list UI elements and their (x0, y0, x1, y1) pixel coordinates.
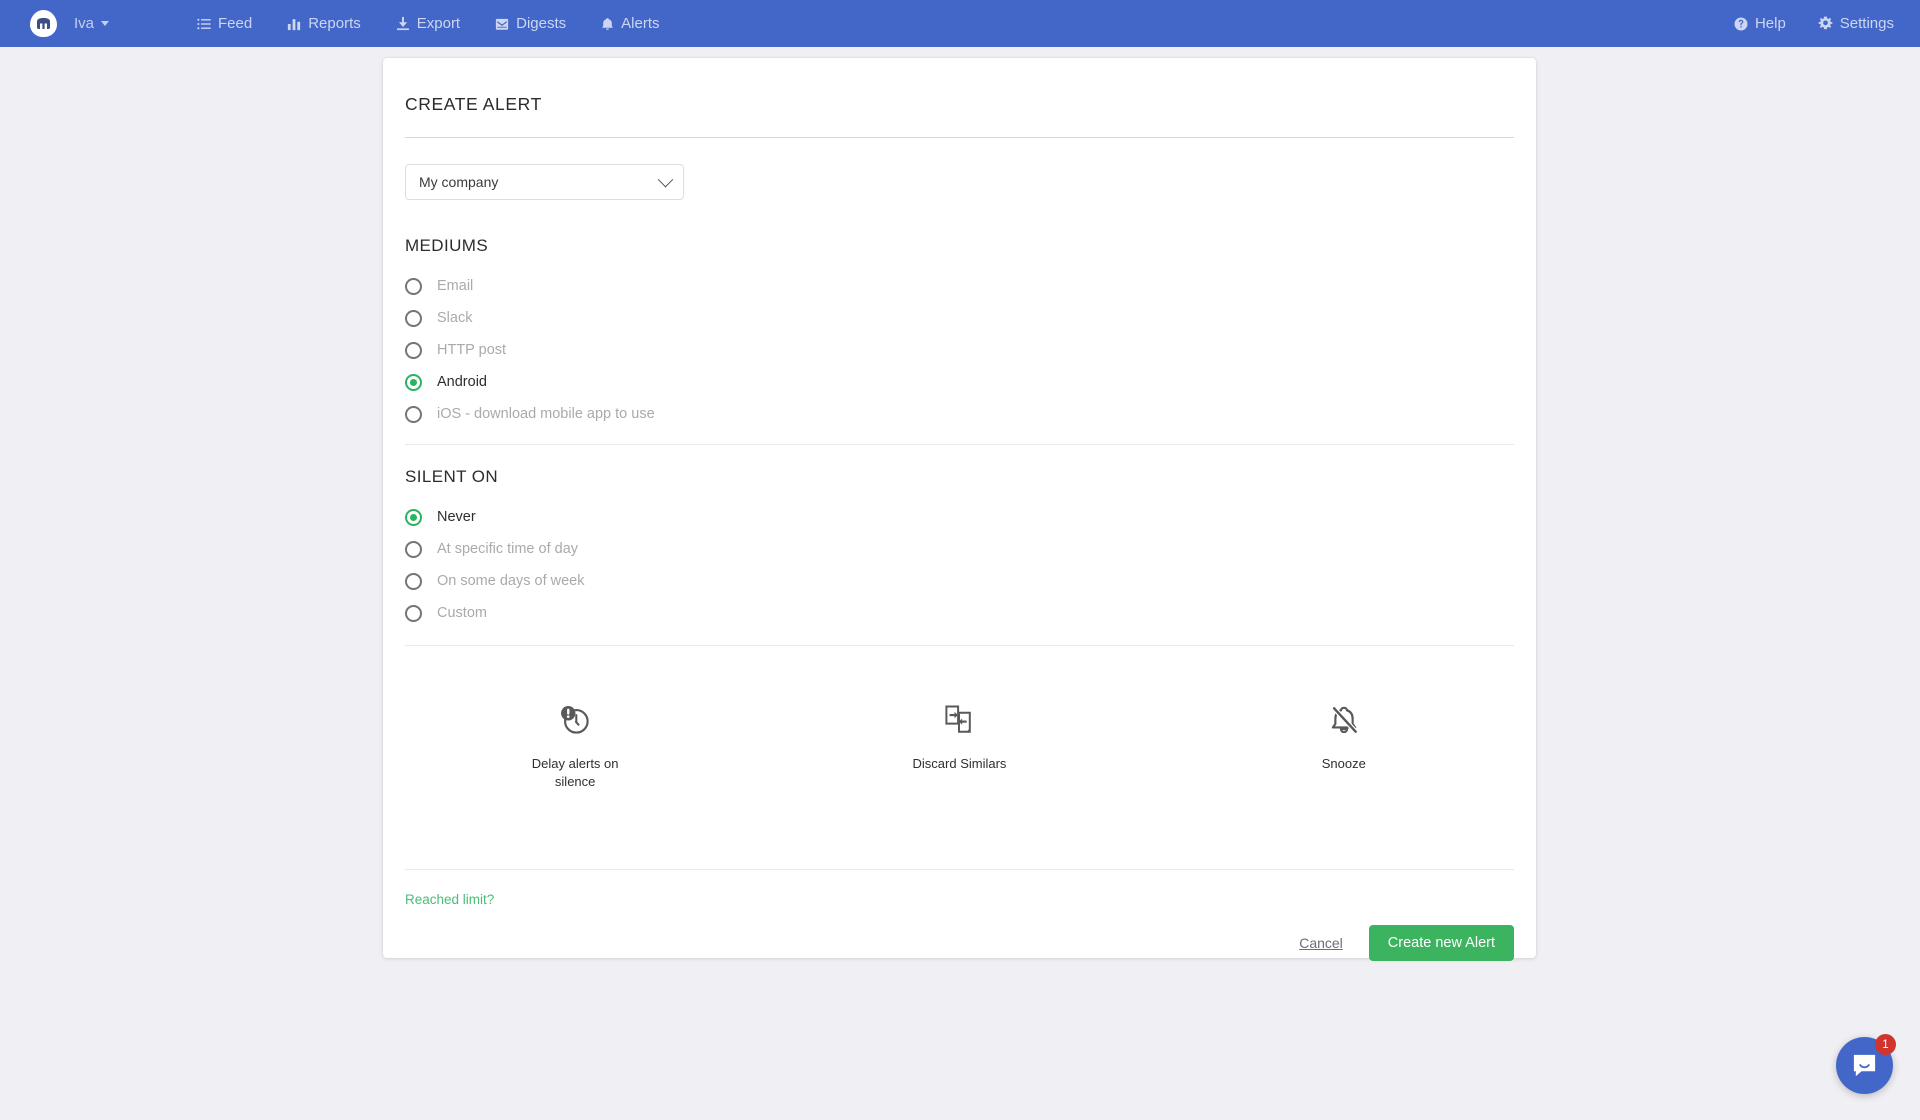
radio-label: On some days of week (437, 573, 585, 589)
nav-item-settings[interactable]: Settings (1818, 15, 1894, 32)
nav-item-label: Alerts (621, 15, 660, 32)
create-alert-card: CREATE ALERT My company MEDIUMS Email Sl… (383, 58, 1536, 961)
navbar-right: Help Settings (1734, 15, 1920, 32)
radio-option-android[interactable]: Android (405, 366, 1536, 398)
chevron-down-icon (101, 21, 110, 26)
feature-label: Delay alerts on silence (531, 756, 619, 789)
mediums-title: MEDIUMS (405, 236, 489, 255)
radio-indicator (405, 309, 422, 327)
chevron-down-icon (657, 171, 674, 187)
radio-option-specific-time[interactable]: At specific time of day (405, 533, 1536, 565)
radio-option-days-of-week[interactable]: On some days of week (405, 565, 1536, 597)
radio-label: Custom (437, 605, 487, 621)
radio-label: Slack (437, 310, 473, 326)
reached-limit-link[interactable]: Reached limit? (383, 870, 1536, 907)
radio-option-ios[interactable]: iOS - download mobile app to use (405, 398, 1536, 430)
feature-delay-alerts[interactable]: Delay alerts on silence (383, 699, 767, 791)
company-select-value: My company (419, 174, 499, 190)
nav-item-label: Digests (516, 15, 567, 32)
feature-snooze[interactable]: Snooze (1152, 699, 1536, 791)
radio-label: At specific time of day (437, 541, 579, 557)
bell-off-icon (1331, 705, 1358, 735)
radio-label: Never (437, 509, 476, 525)
radio-indicator (405, 572, 422, 590)
navbar-left: Iva (0, 10, 110, 37)
nav-item-label: Help (1754, 15, 1786, 32)
envelope-icon (495, 18, 509, 30)
brand-menu[interactable]: Iva (74, 15, 110, 32)
nav-item-label: Reports (308, 15, 361, 32)
cancel-button[interactable]: Cancel (1285, 927, 1357, 959)
chat-launcher[interactable]: 1 (1836, 1034, 1896, 1094)
help-circle-icon (1734, 17, 1748, 30)
download-icon (396, 16, 409, 31)
nav-item-export[interactable]: Export (396, 15, 460, 32)
feature-label: Discard Similars (912, 756, 1007, 771)
silent-on-title: SILENT ON (405, 467, 499, 486)
radio-option-email[interactable]: Email (405, 270, 1536, 302)
radio-indicator (405, 405, 422, 423)
radio-label: iOS - download mobile app to use (437, 406, 655, 422)
bar-chart-icon (288, 18, 301, 30)
radio-indicator (405, 341, 422, 359)
iva-shield-logo[interactable] (30, 10, 57, 37)
brand-label: Iva (74, 15, 95, 32)
nav-item-label: Export (416, 15, 461, 32)
radio-indicator (405, 277, 422, 295)
radio-option-slack[interactable]: Slack (405, 302, 1536, 334)
feature-discard-similars[interactable]: Discard Similars (767, 699, 1151, 791)
nav-item-digests[interactable]: Digests (495, 15, 566, 32)
radio-option-http-post[interactable]: HTTP post (405, 334, 1536, 366)
radio-option-never[interactable]: Never (405, 501, 1536, 533)
chat-unread-badge: 1 (1875, 1034, 1896, 1055)
card-actions: Cancel Create new Alert (383, 907, 1536, 961)
radio-indicator (405, 604, 422, 622)
nav-item-reports[interactable]: Reports (287, 15, 361, 32)
list-icon (197, 18, 211, 29)
feature-icon-wrap (1326, 699, 1362, 741)
create-new-alert-button[interactable]: Create new Alert (1368, 925, 1514, 961)
nav-item-help[interactable]: Help (1734, 15, 1786, 32)
radio-label: Email (437, 278, 474, 294)
radio-indicator-selected (405, 508, 422, 526)
logo-glyph (37, 18, 50, 29)
duplicate-pages-icon (945, 705, 972, 733)
top-navbar: Iva Feed Reports Export Digests Alerts H… (0, 0, 1920, 47)
radio-indicator-selected (405, 373, 422, 391)
silent-on-radio-group: Never At specific time of day On some da… (383, 487, 1536, 629)
radio-indicator (405, 540, 422, 558)
company-select[interactable]: My company (405, 164, 684, 200)
clock-alert-icon (561, 706, 589, 734)
radio-option-custom[interactable]: Custom (405, 597, 1536, 629)
nav-item-alerts[interactable]: Alerts (601, 15, 659, 32)
bell-icon (602, 17, 614, 30)
navbar-menu: Feed Reports Export Digests Alerts (197, 15, 659, 32)
feature-label: Snooze (1321, 756, 1366, 771)
nav-item-label: Feed (218, 15, 253, 32)
nav-item-feed[interactable]: Feed (197, 15, 252, 32)
feature-icon-wrap (557, 699, 593, 741)
chat-bubble-icon (1853, 1054, 1876, 1077)
radio-label: HTTP post (437, 342, 507, 358)
gear-icon (1818, 16, 1833, 30)
feature-row: Delay alerts on silence Discard Similars (383, 646, 1536, 847)
nav-item-label: Settings (1839, 15, 1894, 32)
feature-icon-wrap (941, 699, 977, 741)
mediums-radio-group: Email Slack HTTP post Android iOS - down… (383, 256, 1536, 430)
page-title: CREATE ALERT (405, 94, 542, 114)
radio-label: Android (437, 374, 487, 390)
company-select-wrapper: My company (383, 138, 1536, 200)
